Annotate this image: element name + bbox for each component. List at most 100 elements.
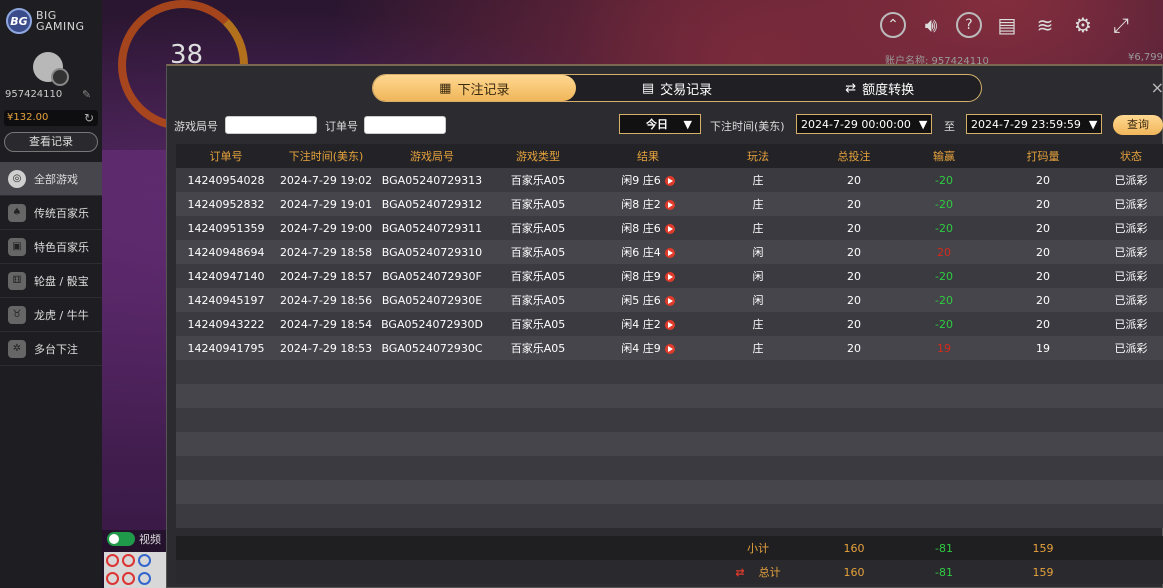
table-row[interactable]: 14240947140 2024-7-29 18:57 BGA0524072930F… <box>176 264 1163 288</box>
tab-label: 额度转换 <box>862 82 915 98</box>
table-row[interactable]: 14240943222 2024-7-29 18:54 BGA0524072930D… <box>176 312 1163 336</box>
cycle-icon: ⇄ <box>735 566 745 579</box>
order-no-input[interactable] <box>364 116 446 134</box>
empty-row <box>176 408 1163 432</box>
table-cell: 19 <box>937 341 951 355</box>
table-cell: 20 <box>1036 245 1050 259</box>
total-bet: 160 <box>843 565 865 579</box>
edit-icon[interactable]: ✎ <box>82 88 91 101</box>
sidebar-item[interactable]: ▣ 特色百家乐 <box>0 230 102 264</box>
play-replay-icon[interactable] <box>664 272 675 282</box>
query-button[interactable]: 查询 <box>1113 115 1163 135</box>
period-select[interactable]: 今日 ▼ <box>619 114 701 134</box>
view-history-button[interactable]: 查看记录 <box>4 132 98 152</box>
start-date-select[interactable]: 2024-7-29 00:00:00 ▼ <box>796 114 932 134</box>
table-row[interactable]: 14240948694 2024-7-29 18:58 BGA05240729310… <box>176 240 1163 264</box>
play-replay-icon[interactable] <box>664 344 675 354</box>
table-cell: 闲 <box>752 270 764 283</box>
play-replay-icon[interactable] <box>664 320 675 330</box>
column-header: 游戏类型 <box>516 150 560 163</box>
table-cell: 百家乐A05 <box>510 294 566 307</box>
table-cell: 20 <box>847 317 861 331</box>
tab[interactable]: ▦ 下注记录 <box>373 75 576 101</box>
tab[interactable]: ▤ 交易记录 <box>576 75 779 101</box>
play-replay-icon[interactable] <box>664 296 675 306</box>
table-cell: BGA05240729310 <box>381 245 483 259</box>
empty-row <box>176 456 1163 480</box>
column-header: 打码量 <box>1026 150 1060 163</box>
table-row[interactable]: 14240941795 2024-7-29 18:53 BGA0524072930C… <box>176 336 1163 360</box>
result-text: 闲4 庄2 <box>621 318 661 331</box>
table-cell: 2024-7-29 19:02 <box>279 173 373 187</box>
table-cell: 庄 <box>752 222 764 235</box>
table-cell: 闲8 庄6 <box>588 220 708 236</box>
table-cell: 19 <box>1036 341 1050 355</box>
bull-icon: ♉ <box>8 305 26 324</box>
tab[interactable]: ⇄ 额度转换 <box>778 75 981 101</box>
table-row[interactable]: 14240945197 2024-7-29 18:56 BGA0524072930E… <box>176 288 1163 312</box>
balance-value: ¥132.00 <box>7 112 49 123</box>
toggle-switch[interactable] <box>107 532 135 546</box>
play-replay-icon[interactable] <box>664 200 675 210</box>
table-cell: BGA0524072930E <box>381 293 483 307</box>
result-text: 闲4 庄9 <box>621 342 661 355</box>
table-cell: 20 <box>847 221 861 235</box>
close-icon[interactable]: × <box>1151 78 1163 97</box>
sidebar-item[interactable]: ⚅ 轮盘 / 骰宝 <box>0 264 102 298</box>
volume-icon[interactable]: 🔊︎ <box>918 12 944 38</box>
play-replay-icon[interactable] <box>664 176 675 186</box>
period-value: 今日 <box>646 118 668 131</box>
sidebar-item[interactable]: ♠ 传统百家乐 <box>0 196 102 230</box>
video-toggle-label: 视频 <box>139 533 161 546</box>
table-cell: 百家乐A05 <box>510 174 566 187</box>
play-replay-icon[interactable] <box>664 248 675 258</box>
sidebar-item[interactable]: ♉ 龙虎 / 牛牛 <box>0 298 102 332</box>
game-no-input[interactable] <box>225 116 317 134</box>
table-cell: 百家乐A05 <box>510 318 566 331</box>
table-row[interactable]: 14240951359 2024-7-29 19:00 BGA05240729311… <box>176 216 1163 240</box>
document-icon[interactable]: ▤ <box>994 12 1020 38</box>
table-cell: 已派彩 <box>1114 342 1148 355</box>
video-toggle[interactable]: 视频 <box>107 531 161 547</box>
time-label: 下注时间(美东) <box>710 120 785 133</box>
column-header: 结果 <box>637 150 659 163</box>
wifi-icon[interactable]: ≋ <box>1032 12 1058 38</box>
table-cell: 14240941795 <box>187 341 265 355</box>
roulette-icon: ◎ <box>8 169 26 188</box>
table-cell: -20 <box>935 197 953 211</box>
fullscreen-icon[interactable]: ⤢ <box>1108 12 1134 38</box>
table-row[interactable]: 14240954028 2024-7-29 19:02 BGA05240729313… <box>176 168 1163 192</box>
gear-icon[interactable]: ⚙ <box>1070 12 1096 38</box>
play-replay-icon[interactable] <box>664 224 675 234</box>
sidebar-item[interactable]: ◎ 全部游戏 <box>0 162 102 196</box>
end-date-select[interactable]: 2024-7-29 23:59:59 ▼ <box>966 114 1102 134</box>
table-cell: BGA05240729311 <box>381 221 483 235</box>
table-cell: 闲9 庄6 <box>588 172 708 188</box>
total-winloss: -81 <box>935 565 953 579</box>
table-body: 14240954028 2024-7-29 19:02 BGA05240729313… <box>176 168 1163 528</box>
logo-line2: GAMING <box>36 20 85 33</box>
help-icon[interactable]: ? <box>956 12 982 38</box>
avatar[interactable] <box>33 52 69 86</box>
table-row[interactable]: 14240952832 2024-7-29 19:01 BGA05240729312… <box>176 192 1163 216</box>
top-balance-label: ¥6,799 <box>1128 52 1163 63</box>
table-cell: 14240947140 <box>187 269 265 283</box>
refresh-icon[interactable]: ↻ <box>84 110 94 126</box>
table-cell: 庄 <box>752 318 764 331</box>
table-cell: 闲8 庄9 <box>588 268 708 284</box>
table-cell: 20 <box>1036 197 1050 211</box>
cards-icon: ♠ <box>8 203 26 222</box>
sidebar-item-label: 传统百家乐 <box>34 206 89 220</box>
table-cell: 已派彩 <box>1114 294 1148 307</box>
empty-row <box>176 432 1163 456</box>
subtotal-turnover: 159 <box>1032 541 1054 555</box>
chevron-up-icon[interactable]: ⌃ <box>880 12 906 38</box>
multi-table-icon: ✲ <box>8 339 26 358</box>
table-cell: BGA05240729312 <box>381 197 483 211</box>
table-cell: -20 <box>935 221 953 235</box>
column-header: 下注时间(美东) <box>288 150 364 163</box>
logo-badge: BG <box>6 8 32 34</box>
sidebar-item[interactable]: ✲ 多台下注 <box>0 332 102 366</box>
table-cell: BGA0524072930C <box>381 341 483 355</box>
card-icon: ▣ <box>8 237 26 256</box>
